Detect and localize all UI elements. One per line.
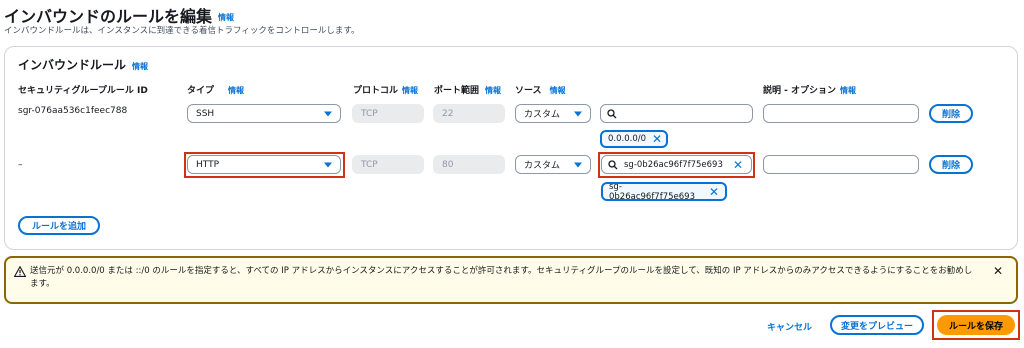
clear-icon[interactable]: ✕: [733, 159, 743, 171]
protocol-field-2: TCP: [352, 155, 424, 174]
source-token-2: sg-0b26ac96f7f75e693 ✕: [601, 181, 727, 202]
chevron-down-icon: [324, 111, 332, 116]
delete-button-2[interactable]: 削除: [929, 155, 973, 174]
chevron-down-icon: [574, 162, 582, 167]
page-info-link[interactable]: 情報: [218, 13, 234, 22]
warning-text: 送信元が 0.0.0.0/0 または ::/0 のルールを指定すると、すべての …: [30, 266, 973, 289]
header-port-range: ポート範囲 情報: [434, 86, 502, 96]
source-type-2-value: カスタム: [524, 161, 561, 171]
source-token-1: 0.0.0.0/0 ✕: [600, 130, 668, 148]
section-info-link[interactable]: 情報: [132, 62, 148, 71]
protocol-field-1: TCP: [352, 104, 424, 123]
rule-id-2: –: [18, 160, 23, 170]
save-rules-button[interactable]: ルールを保存: [937, 315, 1015, 335]
chevron-down-icon: [324, 162, 332, 167]
port-info-link[interactable]: 情報: [485, 86, 501, 95]
port-field-1: 22: [433, 104, 505, 123]
source-type-select-1[interactable]: カスタム: [515, 104, 591, 123]
close-icon[interactable]: ✕: [652, 133, 662, 145]
description-input-1[interactable]: [763, 104, 919, 123]
source-info-link[interactable]: 情報: [550, 86, 566, 95]
type-select-2-value: HTTP: [196, 159, 220, 170]
source-type-1-value: カスタム: [524, 110, 561, 120]
rule-id-1: sgr-076aa536c1feec788: [18, 106, 128, 116]
source-token-2-label: sg-0b26ac96f7f75e693: [609, 181, 695, 202]
search-icon: [607, 108, 617, 118]
type-select-1[interactable]: SSH: [187, 104, 341, 123]
chevron-down-icon: [574, 111, 582, 116]
source-search-input-2[interactable]: sg-0b26ac96f7f75e693 ✕: [601, 155, 752, 174]
port-field-2: 80: [433, 155, 505, 174]
warning-icon: [14, 266, 26, 277]
preview-changes-button[interactable]: 変更をプレビュー: [830, 315, 924, 335]
type-select-2[interactable]: HTTP: [187, 155, 341, 174]
protocol-info-link[interactable]: 情報: [402, 86, 418, 95]
type-info-link[interactable]: 情報: [228, 86, 244, 95]
header-type: タイプ 情報: [187, 86, 245, 96]
source-type-select-2[interactable]: カスタム: [515, 155, 591, 174]
source-token-1-label: 0.0.0.0/0: [608, 134, 647, 144]
delete-button-1[interactable]: 削除: [929, 104, 973, 123]
source-search-input-1[interactable]: [600, 104, 753, 123]
search-icon: [608, 159, 618, 169]
close-icon[interactable]: ✕: [993, 264, 1003, 278]
cancel-button[interactable]: キャンセル: [767, 320, 812, 333]
add-rule-button[interactable]: ルールを追加: [18, 216, 100, 235]
page-description: インバウンドルールは、インスタンスに到達できる着信トラフィックをコントロールしま…: [4, 26, 360, 36]
header-description: 説明 - オプション 情報: [763, 86, 857, 96]
header-protocol: プロトコル 情報: [353, 86, 419, 96]
description-input-2[interactable]: [763, 155, 919, 174]
type-select-1-value: SSH: [196, 108, 215, 119]
header-source: ソース 情報: [515, 86, 566, 96]
section-title: インバウンドルール 情報: [18, 58, 149, 72]
header-rule-id: セキュリティグループルール ID: [18, 86, 148, 96]
inbound-rules-panel: [4, 46, 1018, 250]
description-info-link[interactable]: 情報: [840, 86, 856, 95]
close-icon[interactable]: ✕: [709, 186, 719, 198]
